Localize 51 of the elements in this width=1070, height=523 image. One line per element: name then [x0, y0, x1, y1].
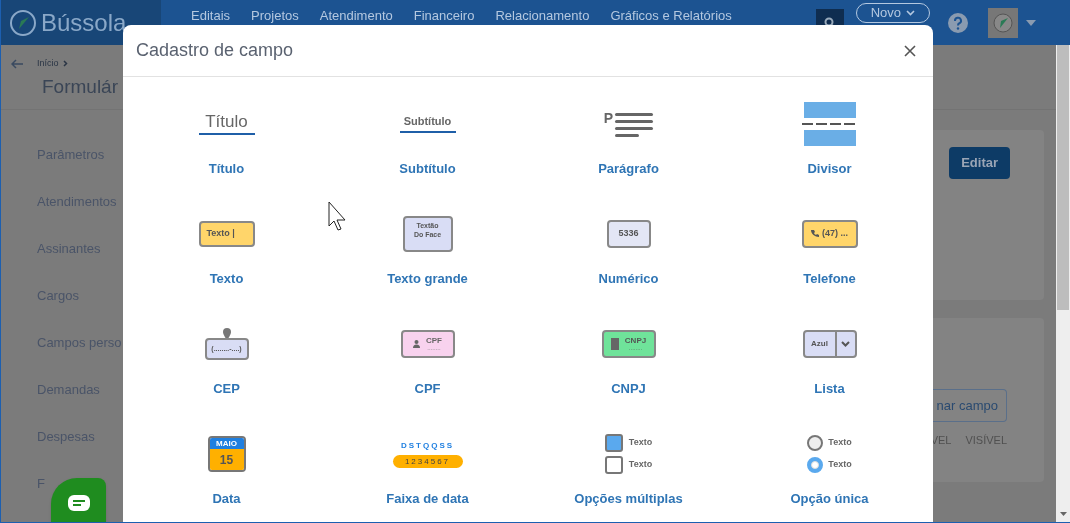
field-type-option[interactable]: P Parágrafo — [528, 99, 729, 209]
field-type-option[interactable]: Texto Texto Opções múltiplas — [528, 429, 729, 522]
scroll-down-icon[interactable] — [1059, 512, 1067, 516]
option-label: Texto — [828, 458, 852, 472]
nav-link[interactable]: Gráficos e Relatórios — [610, 9, 732, 23]
field-type-option[interactable]: Azul Lista — [729, 319, 930, 429]
modal-title: Cadastro de campo — [136, 39, 294, 62]
nav-link[interactable]: Editais — [191, 9, 231, 23]
option-label: Texto — [628, 458, 653, 472]
chat-icon — [67, 495, 90, 511]
person-icon — [413, 340, 420, 348]
back-arrow-icon[interactable] — [11, 58, 23, 69]
mouse-cursor-icon — [328, 201, 347, 232]
phone-field-icon: (47) ... — [801, 220, 858, 248]
chevron-down-icon — [841, 341, 850, 347]
chat-button[interactable] — [51, 478, 106, 522]
field-type-option[interactable]: Subtítulo Subtítulo — [327, 99, 528, 209]
avatar[interactable] — [988, 7, 1018, 38]
field-type-option[interactable]: Título Título — [126, 99, 327, 209]
scrollbar[interactable] — [1056, 45, 1070, 522]
field-type-option[interactable]: MAIO 15 Data — [126, 429, 327, 522]
field-type-option[interactable]: (47) ... Telefone — [729, 209, 930, 319]
field-type-option[interactable]: Texto | Texto — [126, 209, 327, 319]
caret-icon[interactable] — [1026, 19, 1036, 26]
number-field-icon: 5336 — [606, 220, 651, 248]
subtitle-sample: Subtítulo — [403, 115, 452, 127]
dropdown-icon: Azul — [802, 330, 857, 358]
field-type-option[interactable]: DSTQQSS 1234567 Faixa de data — [327, 429, 528, 522]
phone-icon — [811, 230, 819, 238]
help-icon[interactable] — [948, 12, 968, 33]
calendar-icon: MAIO 15 — [207, 436, 246, 472]
nav-link[interactable]: Financeiro — [413, 9, 475, 23]
edit-button[interactable]: Editar — [949, 147, 1010, 179]
nav-link[interactable]: Projetos — [251, 9, 299, 23]
divider-icon — [801, 102, 858, 146]
compass-icon — [9, 8, 37, 37]
close-icon — [904, 44, 916, 57]
option-label: Texto — [828, 436, 852, 450]
title-sample: Título — [205, 113, 248, 130]
page-title: Formulár — [42, 74, 119, 99]
field-type-option[interactable]: Divisor — [729, 99, 930, 209]
chevron-right-icon — [62, 60, 68, 68]
logo-text: Bússola — [41, 7, 127, 38]
nav-link[interactable]: Relacionamento — [495, 9, 590, 23]
nav-link[interactable]: Atendimento — [319, 9, 393, 23]
breadcrumb-link[interactable]: Início — [37, 57, 59, 71]
field-type-option[interactable]: Texto Texto Opção única — [729, 429, 930, 522]
option-label: Texto — [628, 436, 653, 450]
text-field-icon: Texto | — [198, 221, 255, 247]
field-type-option[interactable]: 5336 Numérico — [528, 209, 729, 319]
chevron-down-icon — [906, 10, 915, 16]
